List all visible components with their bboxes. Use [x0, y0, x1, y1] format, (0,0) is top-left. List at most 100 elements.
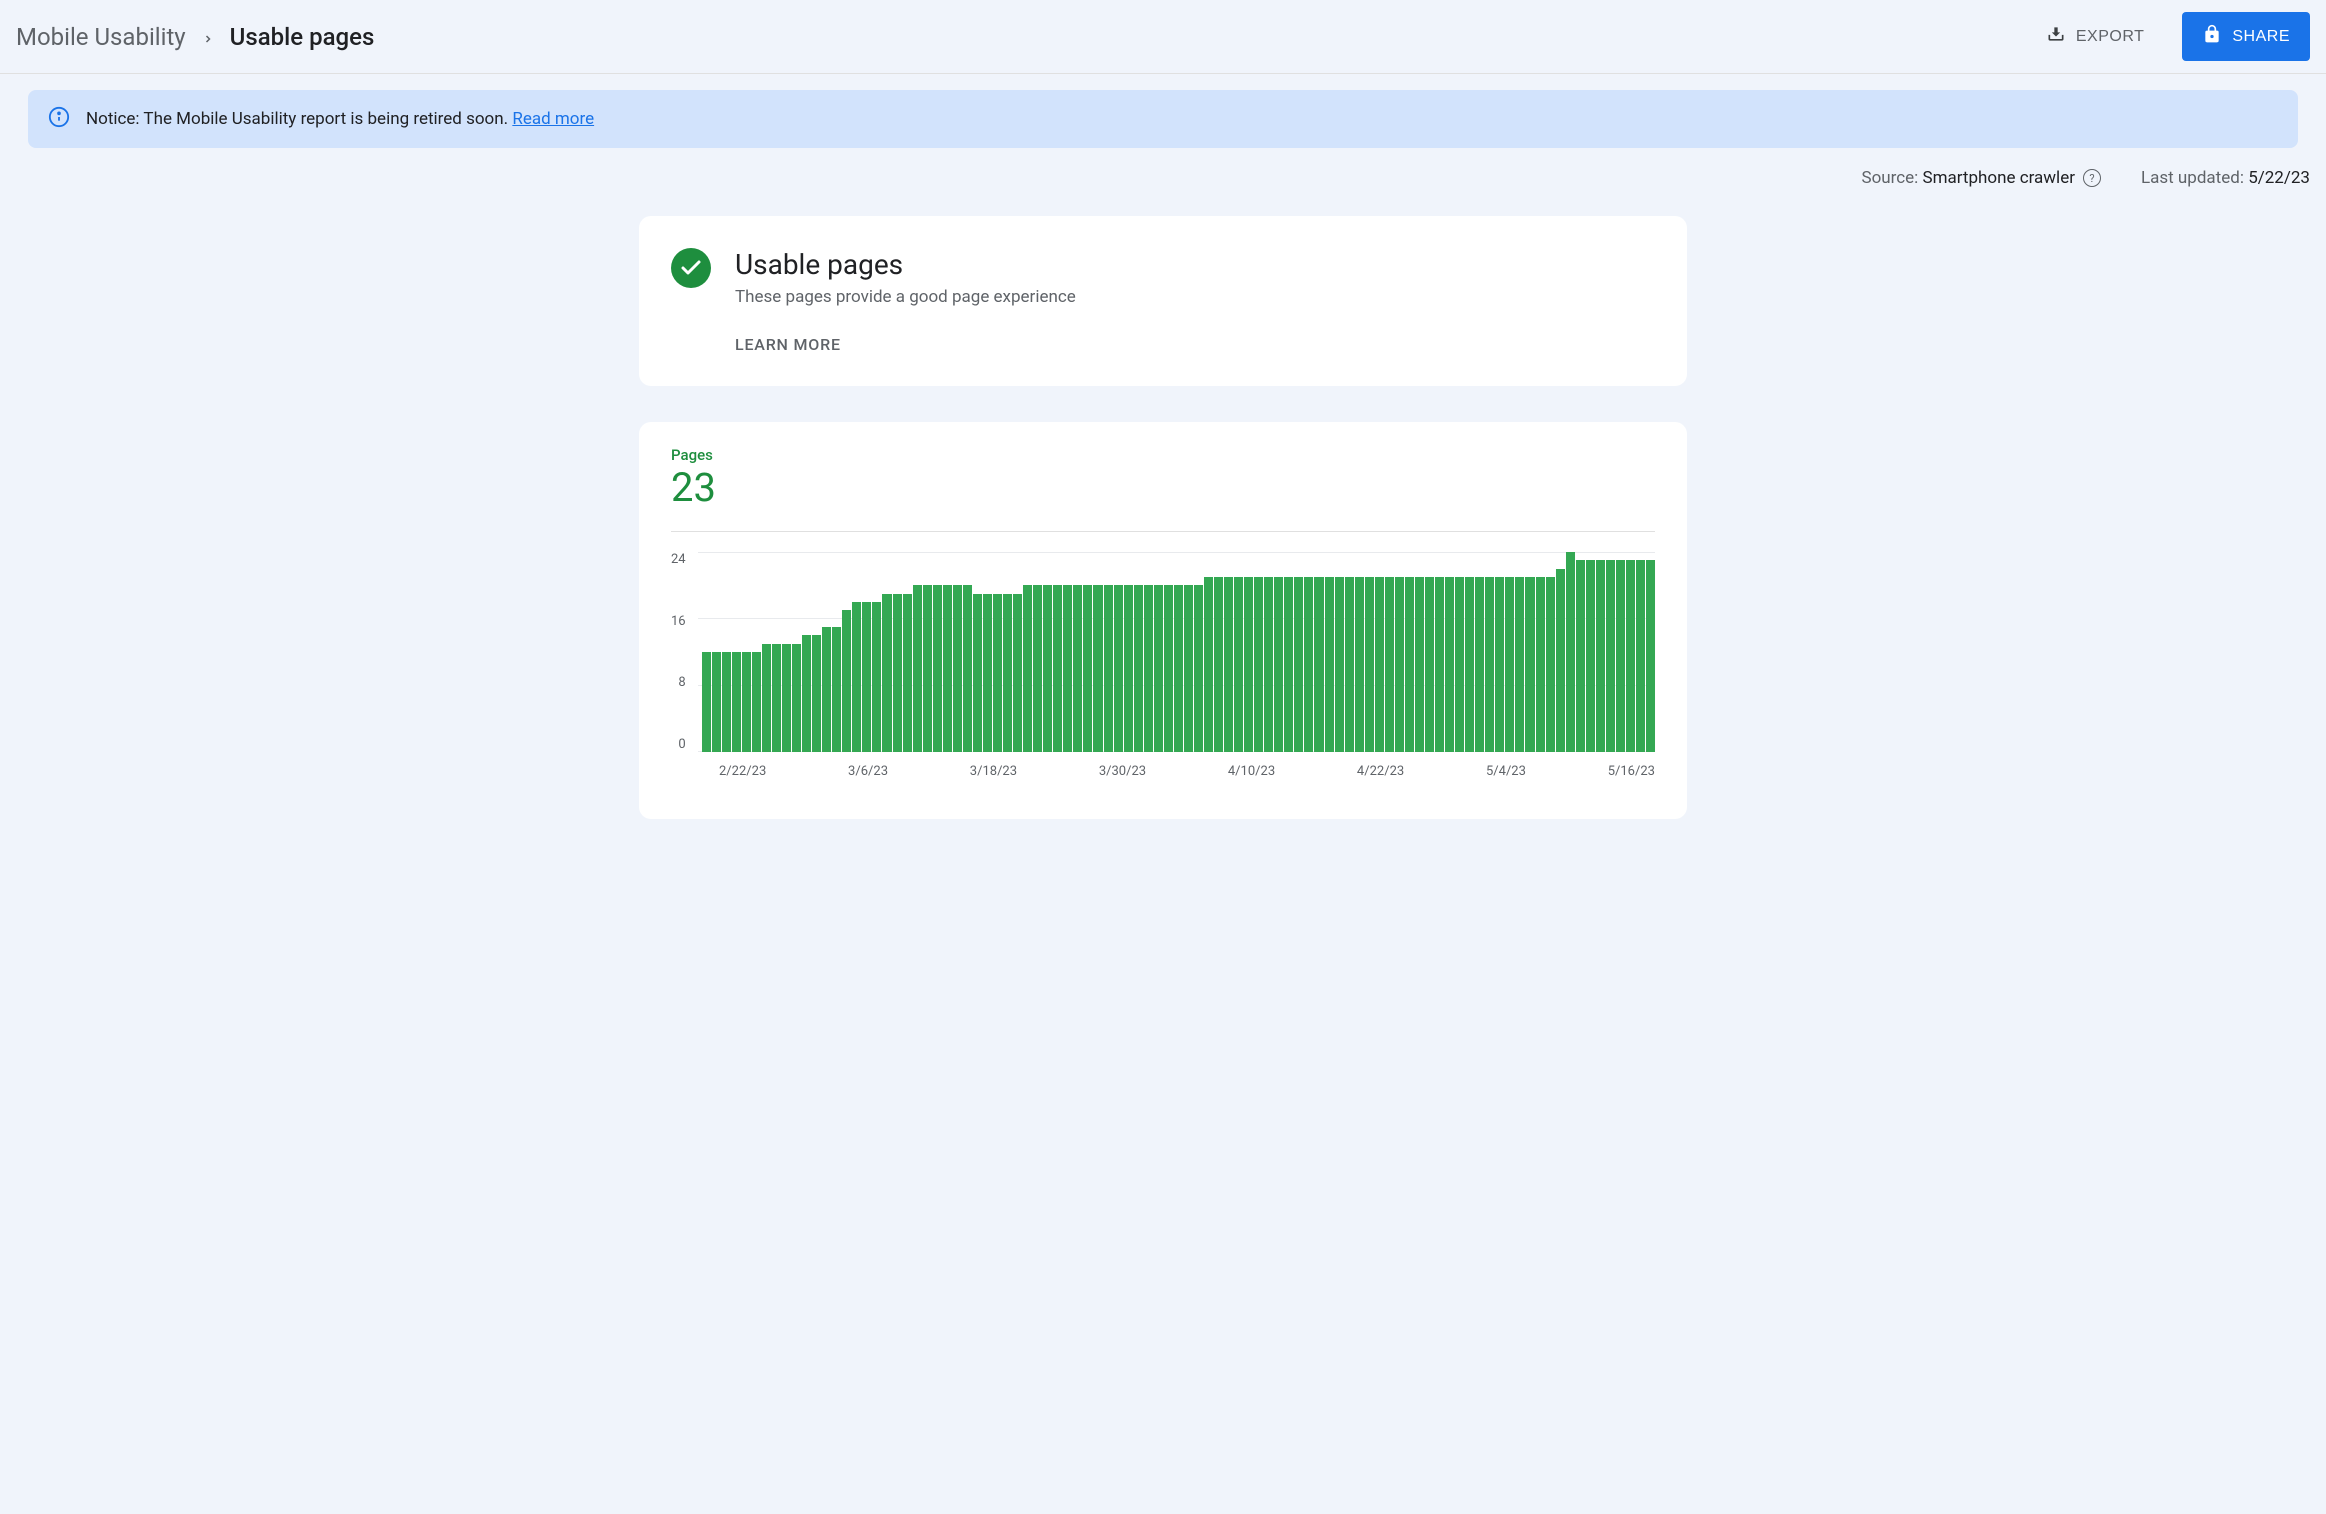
chart-bar[interactable] [1063, 585, 1072, 752]
chart-bar[interactable] [882, 594, 891, 752]
chart-bar[interactable] [1083, 585, 1092, 752]
chart-bar[interactable] [1375, 577, 1384, 752]
help-icon[interactable]: ? [2083, 169, 2101, 187]
chart-bar[interactable] [1003, 594, 1012, 752]
chart-bar[interactable] [1566, 552, 1575, 752]
chart-bar[interactable] [1475, 577, 1484, 752]
chart-bar[interactable] [1124, 585, 1133, 752]
chart-bar[interactable] [1536, 577, 1545, 752]
chart-bar[interactable] [1104, 585, 1113, 752]
chart-bar[interactable] [1465, 577, 1474, 752]
chart-bar[interactable] [1073, 585, 1082, 752]
chart-bar[interactable] [1284, 577, 1293, 752]
chart-bar[interactable] [792, 644, 801, 752]
chart-bar[interactable] [1204, 577, 1213, 752]
chart-bar[interactable] [1626, 560, 1635, 752]
chart-bar[interactable] [1164, 585, 1173, 752]
chart-bar[interactable] [782, 644, 791, 752]
chart-bar[interactable] [1485, 577, 1494, 752]
chart-bar[interactable] [1053, 585, 1062, 752]
chart-bar[interactable] [1515, 577, 1524, 752]
chart-bar[interactable] [973, 594, 982, 752]
chart-bar[interactable] [1264, 577, 1273, 752]
chart-bar[interactable] [1304, 577, 1313, 752]
chart-bar[interactable] [872, 602, 881, 752]
chart-bar[interactable] [1395, 577, 1404, 752]
chart-bar[interactable] [1023, 585, 1032, 752]
chart-bar[interactable] [1345, 577, 1354, 752]
chart-bar[interactable] [1033, 585, 1042, 752]
chart-bar[interactable] [812, 635, 821, 752]
chart-bar[interactable] [1214, 577, 1223, 752]
chart-bar[interactable] [1154, 585, 1163, 752]
chart-bar[interactable] [742, 652, 751, 752]
chart-bar[interactable] [832, 627, 841, 752]
chart-bar[interactable] [1254, 577, 1263, 752]
notice-read-more-link[interactable]: Read more [512, 109, 594, 129]
chart-bar[interactable] [1174, 585, 1183, 752]
chart-bar[interactable] [1586, 560, 1595, 752]
chart-bar[interactable] [1365, 577, 1374, 752]
chart-bar[interactable] [1355, 577, 1364, 752]
chart-bar[interactable] [953, 585, 962, 752]
chart-bar[interactable] [732, 652, 741, 752]
chart-bar[interactable] [943, 585, 952, 752]
chart-bar[interactable] [993, 594, 1002, 752]
chart-bar[interactable] [1495, 577, 1504, 752]
chart-bar[interactable] [822, 627, 831, 752]
chart-bar[interactable] [762, 644, 771, 752]
chart-bar[interactable] [1636, 560, 1645, 752]
chart-bar[interactable] [862, 602, 871, 752]
chart-bar[interactable] [1325, 577, 1334, 752]
chart-bar[interactable] [702, 652, 711, 752]
chart-bar[interactable] [933, 585, 942, 752]
chart-bar[interactable] [1234, 577, 1243, 752]
chart-bar[interactable] [1455, 577, 1464, 752]
chart-bar[interactable] [1505, 577, 1514, 752]
chart-bar[interactable] [923, 585, 932, 752]
chart-bar[interactable] [1385, 577, 1394, 752]
chart-bar[interactable] [1093, 585, 1102, 752]
chart-bar[interactable] [802, 635, 811, 752]
chart-bar[interactable] [712, 652, 721, 752]
chart-bar[interactable] [1415, 577, 1424, 752]
chart-bar[interactable] [893, 594, 902, 752]
chart-bar[interactable] [1576, 560, 1585, 752]
chart-bar[interactable] [1114, 585, 1123, 752]
chart-bar[interactable] [963, 585, 972, 752]
breadcrumb-parent[interactable]: Mobile Usability [16, 23, 186, 51]
chart-bar[interactable] [983, 594, 992, 752]
chart-bar[interactable] [1184, 585, 1193, 752]
chart-bar[interactable] [1616, 560, 1625, 752]
chart-bar[interactable] [852, 602, 861, 752]
chart-bar[interactable] [1224, 577, 1233, 752]
chart-bar[interactable] [1274, 577, 1283, 752]
chart-bar[interactable] [1425, 577, 1434, 752]
chart-bar[interactable] [1445, 577, 1454, 752]
chart-bar[interactable] [903, 594, 912, 752]
chart-bar[interactable] [722, 652, 731, 752]
chart-bar[interactable] [1244, 577, 1253, 752]
chart-bar[interactable] [1556, 569, 1565, 752]
chart-bar[interactable] [1596, 560, 1605, 752]
chart-bar[interactable] [1335, 577, 1344, 752]
chart-bar[interactable] [1043, 585, 1052, 752]
export-button[interactable]: EXPORT [2032, 14, 2159, 59]
chart-bar[interactable] [752, 652, 761, 752]
chart-bar[interactable] [1314, 577, 1323, 752]
chart-bar[interactable] [913, 585, 922, 752]
chart-bar[interactable] [1405, 577, 1414, 752]
chart-bar[interactable] [1646, 560, 1655, 752]
share-button[interactable]: SHARE [2182, 12, 2310, 61]
chart-bar[interactable] [1194, 585, 1203, 752]
learn-more-button[interactable]: LEARN MORE [735, 335, 1076, 354]
chart-bar[interactable] [1144, 585, 1153, 752]
chart-bar[interactable] [1013, 594, 1022, 752]
chart-bar[interactable] [772, 644, 781, 752]
chart-bar[interactable] [842, 610, 851, 752]
chart-bar[interactable] [1546, 577, 1555, 752]
chart-bar[interactable] [1525, 577, 1534, 752]
chart-bar[interactable] [1435, 577, 1444, 752]
chart-bar[interactable] [1294, 577, 1303, 752]
chart-bar[interactable] [1606, 560, 1615, 752]
